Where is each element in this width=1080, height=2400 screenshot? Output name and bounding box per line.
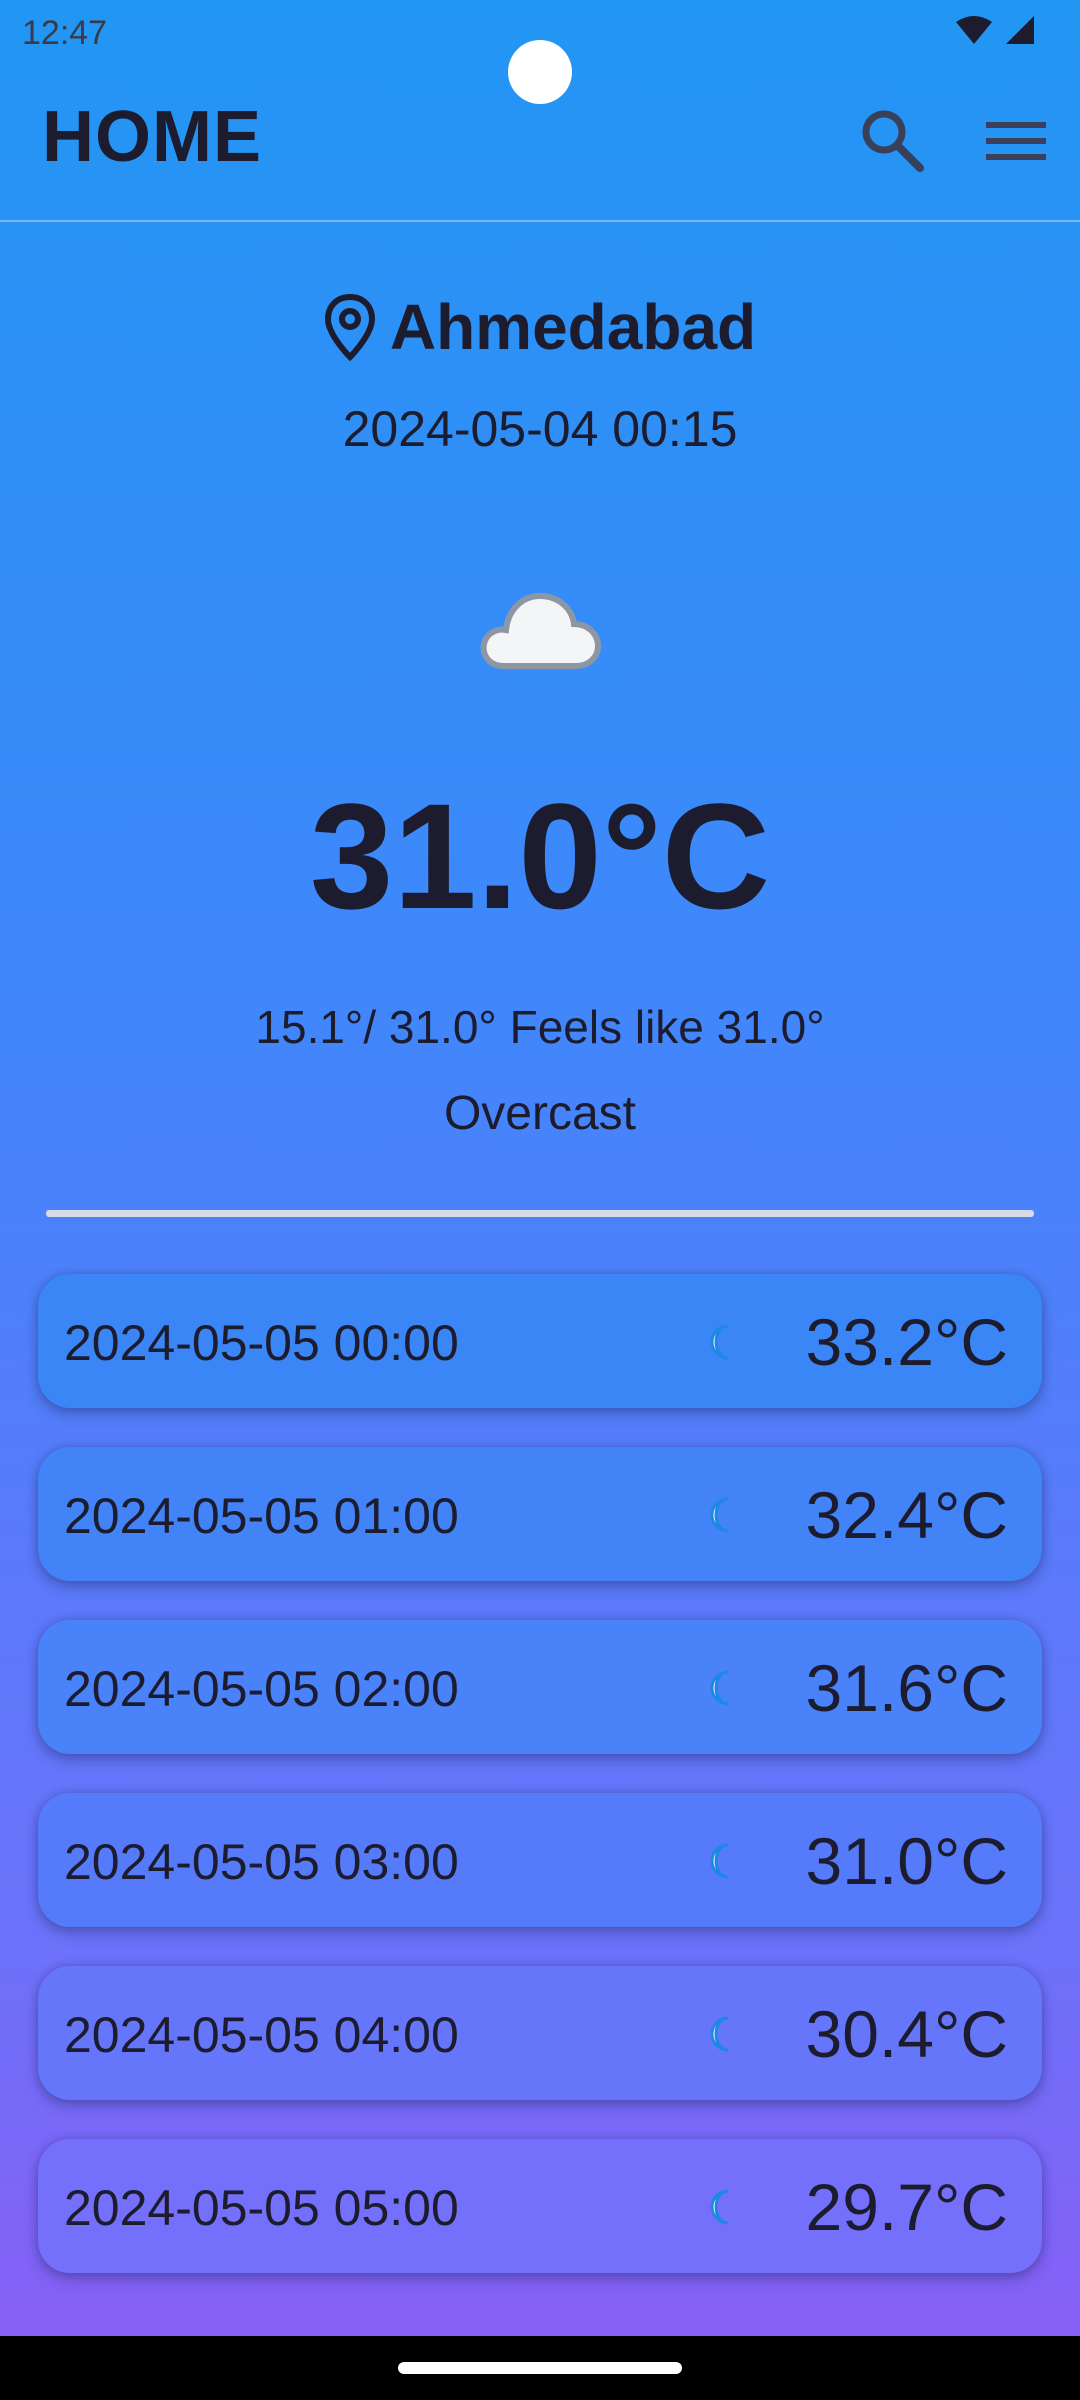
forecast-item[interactable]: 2024-05-05 00:00 33.2°C bbox=[38, 1274, 1042, 1408]
forecast-temp: 31.0°C bbox=[805, 1824, 1008, 1898]
signal-icon bbox=[1006, 16, 1034, 44]
menu-icon[interactable] bbox=[980, 108, 1052, 180]
home-indicator[interactable] bbox=[398, 2362, 682, 2374]
forecast-item[interactable]: 2024-05-05 01:00 32.4°C bbox=[38, 1447, 1042, 1581]
forecast-list: 2024-05-05 00:00 33.2°C 2024-05-05 01:00… bbox=[38, 1274, 1042, 2312]
location-name: Ahmedabad bbox=[389, 291, 757, 363]
app-bar: HOME bbox=[0, 64, 1080, 222]
forecast-time: 2024-05-05 00:00 bbox=[64, 1315, 459, 1371]
forecast-time: 2024-05-05 03:00 bbox=[64, 1834, 459, 1890]
forecast-time: 2024-05-05 05:00 bbox=[64, 2180, 459, 2236]
wifi-icon bbox=[956, 16, 992, 44]
weather-condition: Overcast bbox=[443, 1087, 637, 1140]
status-time: 12:47 bbox=[22, 14, 108, 52]
moon-icon bbox=[710, 2016, 729, 2052]
forecast-temp: 31.6°C bbox=[805, 1651, 1008, 1725]
moon-icon bbox=[710, 2189, 729, 2225]
moon-icon bbox=[710, 1843, 729, 1879]
page-title: HOME bbox=[42, 97, 262, 177]
current-datetime: 2024-05-04 00:15 bbox=[342, 401, 738, 457]
forecast-temp: 29.7°C bbox=[805, 2170, 1008, 2244]
forecast-temp: 33.2°C bbox=[805, 1305, 1008, 1379]
forecast-item[interactable]: 2024-05-05 02:00 31.6°C bbox=[38, 1620, 1042, 1754]
search-icon[interactable] bbox=[856, 104, 928, 176]
forecast-time: 2024-05-05 02:00 bbox=[64, 1661, 459, 1717]
divider bbox=[46, 1210, 1034, 1217]
moon-icon bbox=[710, 1497, 729, 1533]
forecast-time: 2024-05-05 04:00 bbox=[64, 2007, 459, 2063]
location-pin-icon bbox=[324, 293, 375, 361]
forecast-item[interactable]: 2024-05-05 04:00 30.4°C bbox=[38, 1966, 1042, 2100]
forecast-time: 2024-05-05 01:00 bbox=[64, 1488, 459, 1544]
forecast-temp: 30.4°C bbox=[805, 1997, 1008, 2071]
forecast-item[interactable]: 2024-05-05 03:00 31.0°C bbox=[38, 1793, 1042, 1927]
cloud-icon bbox=[480, 592, 602, 669]
forecast-item[interactable]: 2024-05-05 05:00 29.7°C bbox=[38, 2139, 1042, 2273]
status-icons bbox=[954, 14, 1036, 46]
temperature-range: 15.1°/ 31.0° Feels like 31.0° bbox=[255, 1001, 825, 1053]
location: Ahmedabad bbox=[0, 290, 1080, 364]
forecast-temp: 32.4°C bbox=[805, 1478, 1008, 1552]
moon-icon bbox=[710, 1670, 729, 1706]
moon-icon bbox=[710, 1324, 729, 1360]
current-temperature: 31.0°C bbox=[309, 772, 771, 940]
